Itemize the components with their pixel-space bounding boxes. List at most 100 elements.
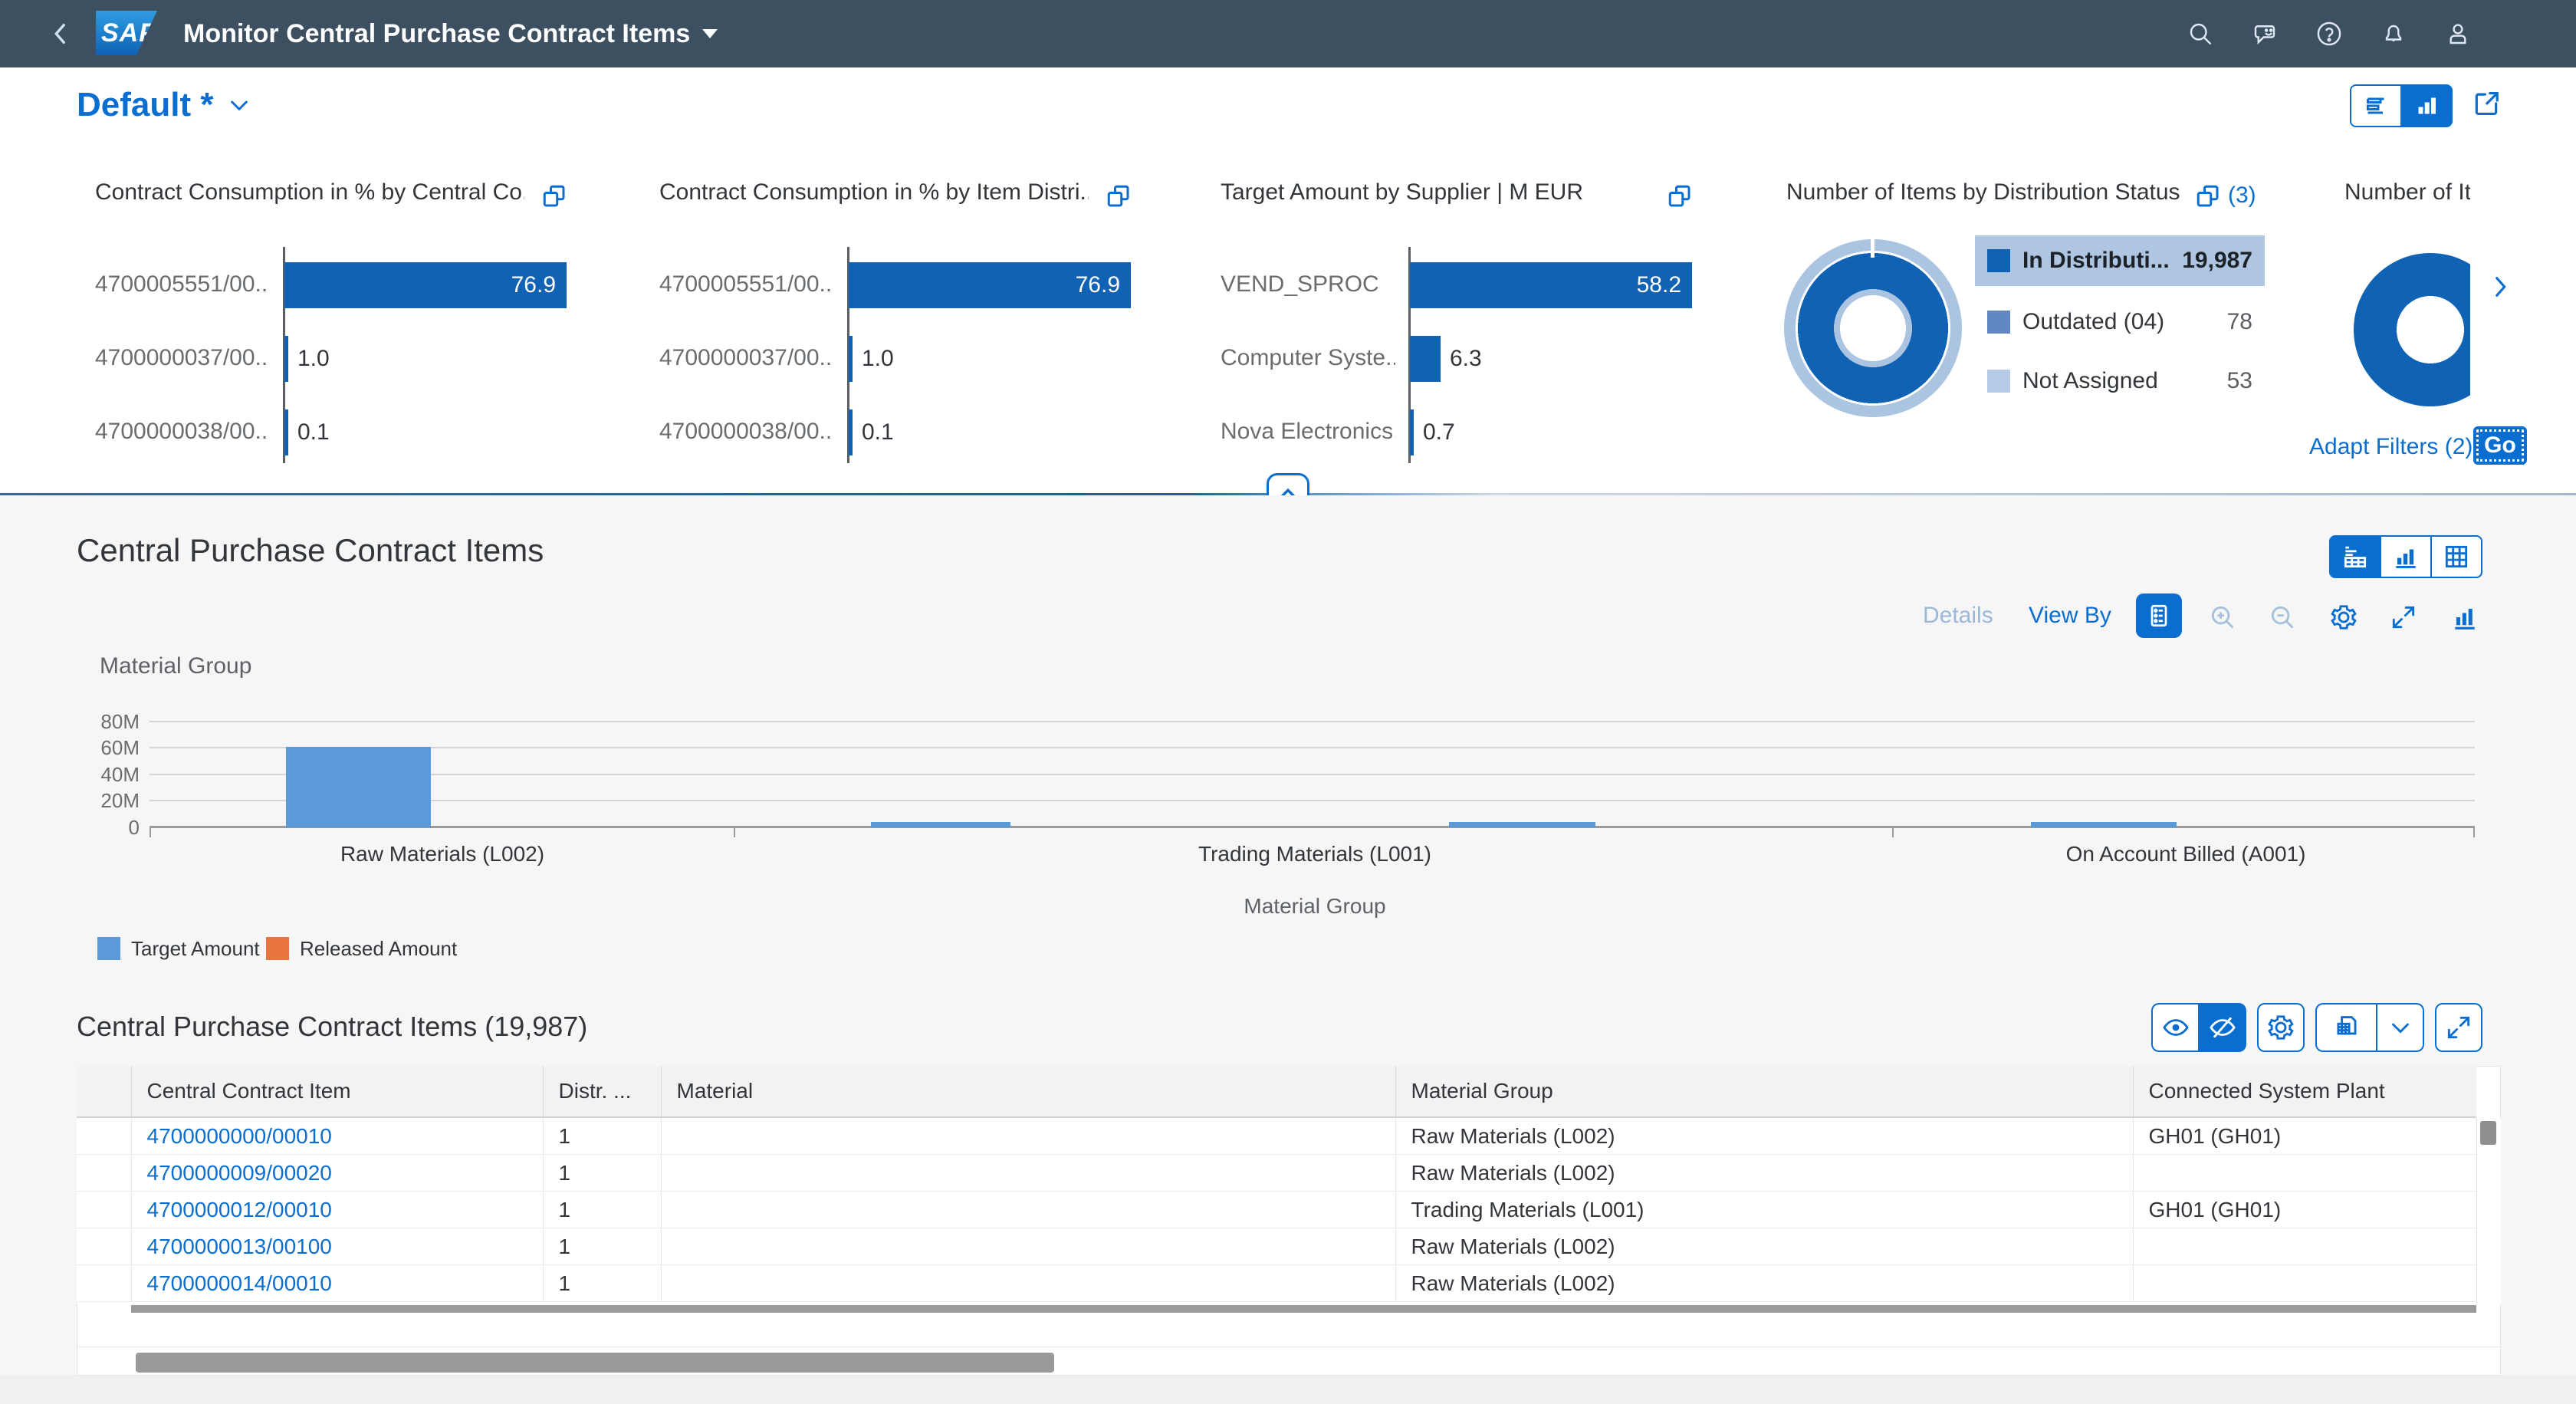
kpi2-bar1-label: 4700000037/00... [659, 345, 834, 371]
kpi2-title[interactable]: Contract Consumption in % by Item Distri… [659, 179, 1089, 206]
row-selector-cell[interactable] [77, 1265, 131, 1302]
table-settings-button[interactable] [2257, 1003, 2305, 1052]
kpi4-title[interactable]: Number of Items by Distribution Status [1786, 179, 2185, 206]
sap-logo[interactable]: SAP [96, 11, 157, 55]
details-button[interactable]: Details [1923, 603, 1993, 629]
export-menu-button[interactable] [2377, 1003, 2424, 1052]
kpi3-bar2[interactable] [1410, 409, 1414, 455]
chart-view-button[interactable] [2401, 84, 2453, 127]
kpi4-filter-badge[interactable]: (3) [2228, 182, 2256, 209]
col-material-group[interactable]: Material Group [1395, 1066, 2133, 1117]
kpi4-copy-button[interactable] [2194, 182, 2222, 210]
target-amount-bar-raw-materials[interactable] [286, 747, 431, 827]
kpi3-bar0-value: 58.2 [1637, 272, 1681, 298]
kpi2-bar1[interactable] [849, 336, 853, 382]
app-title-menu[interactable]: Monitor Central Purchase Contract Items [183, 0, 718, 67]
horizontal-scrollbar-thumb[interactable] [136, 1353, 1054, 1373]
copy-icon [540, 182, 568, 210]
kpi2-copy-button[interactable] [1105, 182, 1132, 210]
back-button[interactable] [48, 0, 74, 67]
kpi2-bar-row[interactable]: 4700000038/00... 0.1 [659, 409, 1138, 455]
released-amount-swatch [266, 937, 289, 960]
released-amount-legend-label[interactable]: Released Amount [300, 937, 457, 960]
row-selector-cell[interactable] [77, 1155, 131, 1192]
hide-details-button[interactable] [2199, 1003, 2246, 1052]
contract-item-link[interactable]: 4700000000/00010 [147, 1124, 332, 1148]
legend-item-in-distribution[interactable]: In Distributi... 19,987 [1975, 235, 2265, 286]
target-amount-bar-on-account-billed[interactable] [2031, 822, 2177, 827]
search-button[interactable] [2187, 20, 2214, 48]
kpi3-bar-row[interactable]: VEND_SPROC 58.2 [1221, 262, 1700, 308]
kpi1-bar-row[interactable]: 4700000037/00... 1.0 [95, 336, 574, 382]
go-button[interactable]: Go [2473, 426, 2527, 465]
col-material[interactable]: Material [661, 1066, 1395, 1117]
legend-value: 53 [2227, 368, 2252, 394]
legend-item-outdated[interactable]: Outdated (04) 78 [1975, 297, 2265, 347]
col-connected-system-plant[interactable]: Connected System Plant [2133, 1066, 2476, 1117]
chart-type-button[interactable] [2450, 603, 2479, 632]
page-footer-band [0, 1376, 2576, 1404]
variant-selector[interactable]: Default * [77, 86, 251, 124]
row-selector-cell[interactable] [77, 1228, 131, 1265]
row-selector-cell[interactable] [77, 1192, 131, 1228]
kpi3-bar-row[interactable]: Nova Electronics... 0.7 [1221, 409, 1700, 455]
charts-scroll-next-button[interactable] [2487, 271, 2513, 302]
table-view-button[interactable] [2431, 535, 2482, 578]
distribution-status-donut[interactable] [1784, 239, 1962, 417]
target-amount-bar-trading-materials-2[interactable] [1449, 822, 1595, 827]
table-fullscreen-button[interactable] [2435, 1003, 2482, 1052]
contract-item-link[interactable]: 4700000009/00020 [147, 1161, 332, 1185]
table-row[interactable]: 4700000013/00100 1 Raw Materials (L002) [77, 1228, 2476, 1265]
contract-item-link[interactable]: 4700000013/00100 [147, 1235, 332, 1258]
target-amount-legend-label[interactable]: Target Amount [131, 937, 260, 960]
user-button[interactable] [2444, 20, 2472, 48]
kpi3-copy-button[interactable] [1666, 182, 1694, 210]
chart-settings-button[interactable] [2329, 603, 2358, 632]
legend-item-not-assigned[interactable]: Not Assigned 53 [1975, 356, 2265, 406]
kpi2-bar2-value: 0.1 [862, 419, 894, 446]
kpi2-bar2[interactable] [849, 409, 853, 455]
target-amount-bar-trading-materials-1[interactable] [871, 822, 1010, 827]
zoom-out-button[interactable] [2268, 603, 2297, 632]
kpi1-bar1[interactable] [284, 336, 288, 382]
grid-horizontal-scrollbar[interactable] [131, 1305, 2476, 1313]
kpi1-bar2[interactable] [284, 409, 288, 455]
contract-item-link[interactable]: 4700000014/00010 [147, 1271, 332, 1295]
chart-fullscreen-button[interactable] [2389, 603, 2418, 632]
row-selector-cell[interactable] [77, 1117, 131, 1155]
feedback-button[interactable] [2251, 20, 2279, 48]
zoom-in-button[interactable] [2208, 603, 2237, 632]
adapt-filters-link[interactable]: Adapt Filters (2) [2309, 434, 2472, 460]
filter-bar-view-button[interactable] [2350, 84, 2401, 127]
show-details-button[interactable] [2151, 1003, 2199, 1052]
table-row[interactable]: 4700000012/00010 1 Trading Materials (L0… [77, 1192, 2476, 1228]
row-selector-header[interactable] [77, 1066, 131, 1117]
contract-item-link[interactable]: 4700000012/00010 [147, 1198, 332, 1222]
view-by-button[interactable]: View By [2029, 603, 2111, 629]
notifications-button[interactable] [2380, 20, 2407, 48]
vertical-scrollbar-track[interactable] [2476, 1118, 2501, 1305]
chart-table-view-button[interactable] [2329, 535, 2380, 578]
col-central-contract-item[interactable]: Central Contract Item [131, 1066, 543, 1117]
kpi1-bar-row[interactable]: 4700000038/00... 0.1 [95, 409, 574, 455]
kpi1-title[interactable]: Contract Consumption in % by Central Co.… [95, 179, 524, 206]
share-button[interactable] [2472, 89, 2501, 118]
table-row[interactable]: 4700000000/00010 1 Raw Materials (L002) … [77, 1117, 2476, 1155]
kpi3-bar-row[interactable]: Computer Syste... 6.3 [1221, 336, 1700, 382]
kpi3-bar1[interactable] [1410, 336, 1441, 382]
kpi1-bar-row[interactable]: 4700005551/00... 76.9 [95, 262, 574, 308]
table-row[interactable]: 4700000014/00010 1 Raw Materials (L002) [77, 1265, 2476, 1302]
toggle-legend-button[interactable] [2136, 593, 2182, 638]
kpi2-bar-row[interactable]: 4700005551/00... 76.9 [659, 262, 1138, 308]
chart-view-button[interactable] [2380, 535, 2431, 578]
help-button[interactable] [2315, 20, 2343, 48]
kpi3-title[interactable]: Target Amount by Supplier | M EUR [1221, 179, 1650, 206]
vertical-scrollbar-thumb[interactable] [2480, 1121, 2496, 1145]
legend-color-swatch [1987, 249, 2010, 272]
table-row[interactable]: 4700000009/00020 1 Raw Materials (L002) [77, 1155, 2476, 1192]
col-distr-status[interactable]: Distr. ... [543, 1066, 661, 1117]
kpi2-bar-row[interactable]: 4700000037/00... 1.0 [659, 336, 1138, 382]
distr-cell: 1 [543, 1155, 661, 1192]
kpi1-copy-button[interactable] [540, 182, 568, 210]
export-button[interactable] [2315, 1003, 2377, 1052]
